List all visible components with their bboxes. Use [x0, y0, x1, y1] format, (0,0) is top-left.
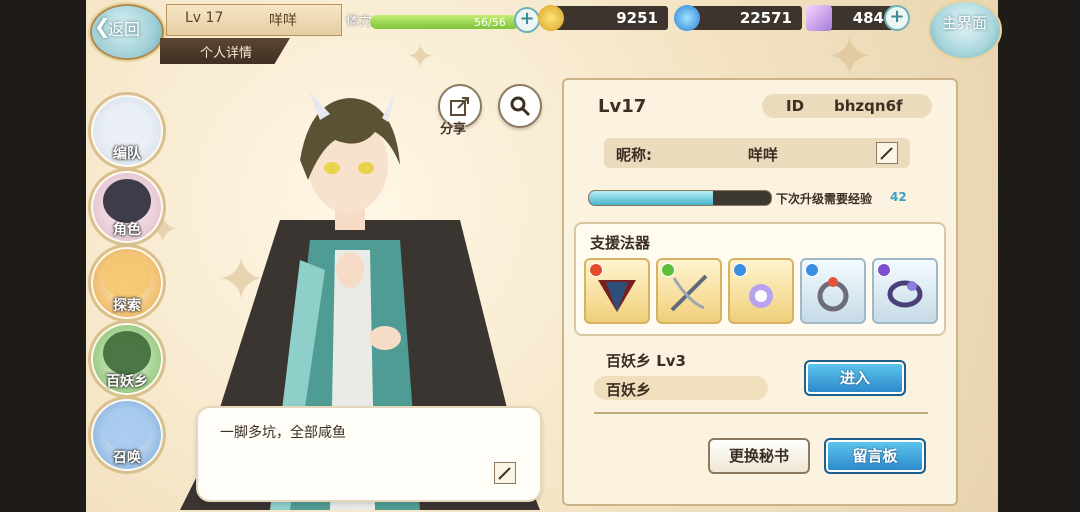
- exp-value: 42: [890, 190, 907, 204]
- ring-artifact-icon: [817, 277, 849, 312]
- search-button[interactable]: [498, 84, 542, 128]
- nickname-value: 咩咩: [748, 146, 779, 164]
- village-title: 百妖乡 Lv3: [606, 352, 686, 370]
- message-board-button[interactable]: 留言板: [824, 438, 926, 474]
- share-label: 分享: [440, 122, 467, 137]
- exp-fill: [589, 191, 713, 205]
- pencil-icon: [498, 467, 511, 480]
- stamina-bar: 体力 56/56: [346, 6, 530, 32]
- change-secretary-button[interactable]: 更换秘书: [708, 438, 810, 474]
- nav-characters[interactable]: 角色: [88, 168, 166, 246]
- edit-nickname-button[interactable]: [876, 142, 898, 164]
- edit-bubble-button[interactable]: [494, 462, 516, 484]
- village-house-icon: [103, 331, 151, 375]
- back-button[interactable]: ❮ 返回: [88, 2, 166, 62]
- bracelet-artifact-icon: [887, 280, 923, 308]
- pencil-icon: [880, 147, 893, 160]
- artifact-slot-3[interactable]: [728, 258, 794, 324]
- nav-explore[interactable]: 探索: [88, 244, 166, 322]
- add-stamina-button[interactable]: +: [514, 7, 540, 33]
- explore-map-icon: [103, 255, 151, 299]
- team-portrait-icon: [103, 103, 151, 147]
- exp-label: 下次升级需要经验: [776, 192, 873, 206]
- fan-artifact-icon: [598, 280, 636, 312]
- add-crystal-button[interactable]: +: [884, 5, 910, 31]
- artifact-slot-1[interactable]: [584, 258, 650, 324]
- artifact-slot-2[interactable]: [656, 258, 722, 324]
- exp-bar: [588, 190, 772, 206]
- crystal-icon: [806, 5, 832, 31]
- support-artifacts-box: 支援法器: [574, 222, 946, 336]
- stamina-value: 56/56: [474, 16, 506, 29]
- nav-village[interactable]: 百妖乡: [88, 320, 166, 398]
- crystal-counter: 484 +: [806, 5, 910, 31]
- blue-flame-icon: [674, 5, 700, 31]
- tab-profile: 个人详情: [160, 38, 290, 64]
- character-portrait-icon: [103, 179, 151, 223]
- player-name: 咩咩: [269, 13, 297, 29]
- crossbow-artifact-icon: [670, 274, 708, 312]
- search-icon: [510, 96, 531, 117]
- artifact-slot-5[interactable]: [872, 258, 938, 324]
- bubble-text: 一脚多坑，全部咸鱼: [220, 425, 346, 441]
- gold-counter: 9251: [538, 5, 668, 31]
- pendant-artifact-icon: [749, 284, 773, 308]
- enter-village-button[interactable]: 进入: [804, 360, 906, 396]
- player-level: Lv 17: [185, 10, 224, 26]
- divider: [594, 412, 928, 414]
- player-id: ID bhzqn6f: [762, 94, 932, 118]
- nav-team[interactable]: 编队: [88, 92, 166, 170]
- profile-level: Lv17: [598, 96, 647, 117]
- share-icon: [450, 97, 469, 116]
- artifact-slot-4[interactable]: [800, 258, 866, 324]
- gold-coin-icon: [538, 5, 564, 31]
- speech-bubble: 一脚多坑，全部咸鱼: [196, 406, 542, 502]
- nav-summon[interactable]: 召唤: [88, 396, 166, 474]
- home-button[interactable]: 主界面: [928, 0, 1002, 60]
- summon-swirl-icon: [103, 407, 151, 451]
- player-plate: Lv 17 咩咩: [166, 4, 342, 36]
- village-name-pill: 百妖乡: [594, 376, 768, 400]
- nickname-row: 昵称: 咩咩: [604, 138, 910, 168]
- gem-counter: 22571: [674, 5, 802, 31]
